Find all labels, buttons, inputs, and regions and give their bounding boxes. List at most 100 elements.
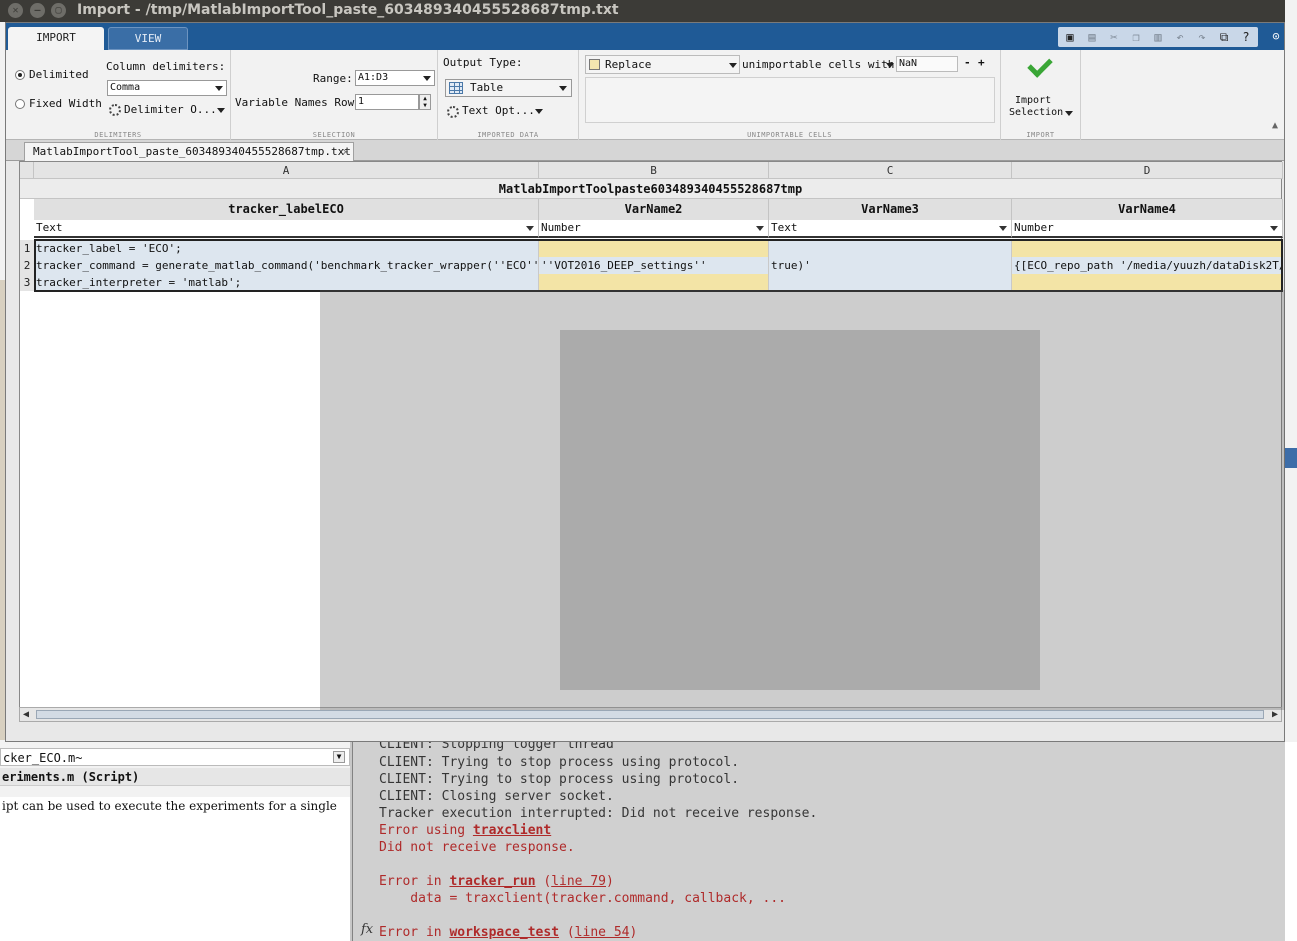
grid-cell[interactable]: ''VOT2016_DEEP_settings'' (539, 257, 769, 274)
column-header-b[interactable]: B (539, 162, 769, 179)
current-file-field[interactable]: cker_ECO.m~ ▼ (0, 748, 350, 766)
column-delimiters-label: Column delimiters: (106, 60, 226, 73)
collapse-toolstrip-icon[interactable]: ▲ (1272, 120, 1278, 131)
error-prefix: Error using (379, 823, 473, 838)
save-icon[interactable]: ▤ (1083, 28, 1101, 46)
variable-names-row-label: Variable Names Row: (235, 96, 361, 109)
add-rule-button[interactable]: + (978, 56, 985, 69)
range-value: A1:D3 (358, 72, 389, 83)
variable-name-d[interactable]: VarName4 (1012, 199, 1283, 220)
help-icon[interactable]: ? (1237, 28, 1255, 46)
close-window-icon[interactable]: ✕ (8, 3, 23, 18)
cut-icon[interactable]: ✂ (1105, 28, 1123, 46)
range-dropdown[interactable]: A1:D3 (355, 70, 435, 86)
checkmark-icon (1027, 52, 1053, 78)
toolstrip-menu-icon[interactable]: ⊙ (1268, 28, 1284, 44)
scroll-left-icon[interactable]: ◀ (23, 709, 29, 720)
error-line-link[interactable]: line 79 (551, 874, 606, 889)
variable-name-a[interactable]: tracker_labelECO (34, 199, 539, 220)
row-number: 3 (20, 274, 34, 291)
grid-cell[interactable]: tracker_label = 'ECO'; (34, 240, 539, 257)
console-error-code: data = traxclient(tracker.command, callb… (379, 891, 786, 906)
grid-cell[interactable] (1012, 274, 1283, 291)
new-import-icon[interactable]: ▣ (1061, 28, 1079, 46)
console-line: CLIENT: Trying to stop process using pro… (379, 755, 740, 770)
tab-view[interactable]: VIEW (108, 27, 188, 50)
grid-cell[interactable] (769, 240, 1012, 257)
undo-icon[interactable]: ↶ (1171, 28, 1189, 46)
gear-icon (447, 106, 459, 118)
rules-list[interactable] (585, 77, 995, 123)
replacement-value: NaN (899, 58, 918, 69)
close-icon[interactable]: ✕ (342, 143, 349, 160)
row-spinner[interactable]: ▲ ▼ (419, 94, 431, 110)
window-titlebar[interactable]: ✕ – ▢ Import - /tmp/MatlabImportTool_pas… (0, 0, 1285, 22)
grid-cell[interactable] (539, 274, 769, 291)
text-options-button[interactable]: Text Opt... (462, 104, 535, 117)
grid-cell[interactable]: tracker_interpreter = 'matlab'; (34, 274, 539, 291)
paste-icon[interactable]: ▥ (1149, 28, 1167, 46)
scrollbar-thumb[interactable] (36, 710, 1264, 719)
tab-import[interactable]: IMPORT (8, 27, 104, 50)
scroll-right-icon[interactable]: ▶ (1272, 709, 1278, 720)
document-tab[interactable]: MatlabImportTool_paste_60348934045552868… (24, 142, 354, 161)
gear-icon (109, 104, 121, 116)
grid-cell[interactable] (769, 274, 1012, 291)
unimportable-rule-label: unimportable cells with (742, 58, 895, 71)
error-line-link[interactable]: line 54 (575, 925, 630, 940)
replacement-value-input[interactable]: NaN (896, 56, 958, 72)
chevron-down-icon[interactable] (886, 63, 894, 68)
copy-icon[interactable]: ❐ (1127, 28, 1145, 46)
import-selection-button[interactable]: Import Selection (1001, 50, 1081, 122)
import-data-grid[interactable]: A B C D MatlabImportToolpaste60348934045… (19, 161, 1283, 709)
variable-names-row-input[interactable]: 1 (355, 94, 419, 110)
variable-name-c[interactable]: VarName3 (769, 199, 1012, 220)
delimited-radio[interactable] (15, 70, 25, 80)
chevron-down-icon[interactable] (217, 108, 225, 113)
remove-rule-button[interactable]: - (964, 56, 971, 69)
import-tool-window: IMPORT VIEW ▣ ▤ ✂ ❐ ▥ ↶ ↷ ⧉ ? ⊙ Delimite… (5, 22, 1285, 742)
grid-cell[interactable] (1012, 240, 1283, 257)
error-link-tracker-run[interactable]: tracker_run (449, 874, 535, 889)
chevron-down-icon[interactable] (535, 109, 543, 114)
section-imported-data: Output Type: Table Text Opt... IMPORTED … (438, 50, 579, 140)
error-link-traxclient[interactable]: traxclient (473, 823, 551, 838)
window-layout-icon[interactable]: ⧉ (1215, 28, 1233, 46)
row-number: 2 (20, 257, 34, 274)
fixed-width-radio[interactable] (15, 99, 25, 109)
delimiter-options-button[interactable]: Delimiter O... (124, 103, 217, 116)
horizontal-scrollbar[interactable]: ◀ ▶ (19, 707, 1282, 722)
replace-color-swatch (589, 59, 600, 70)
type-dropdown-d[interactable]: Number (1012, 220, 1283, 238)
column-header-a[interactable]: A (34, 162, 539, 179)
grid-cell[interactable]: tracker_command = generate_matlab_comman… (34, 257, 539, 274)
chevron-down-icon[interactable]: ▼ (333, 751, 345, 763)
column-header-d[interactable]: D (1012, 162, 1283, 179)
grid-cell[interactable]: {[ECO_repo_path '/media/yuuzh/dataDisk2T… (1012, 257, 1283, 274)
command-window[interactable]: CLIENT: Stopping logger thread CLIENT: T… (352, 737, 1297, 941)
column-header-c[interactable]: C (769, 162, 1012, 179)
redo-icon[interactable]: ↷ (1193, 28, 1211, 46)
output-type-dropdown[interactable]: Table (445, 79, 572, 97)
type-dropdown-b[interactable]: Number (539, 220, 769, 238)
chevron-down-icon (729, 63, 737, 68)
maximize-window-icon[interactable]: ▢ (51, 3, 66, 18)
variable-name-b[interactable]: VarName2 (539, 199, 769, 220)
type-value: Number (1014, 221, 1054, 234)
table-name[interactable]: MatlabImportToolpaste603489340455528687t… (20, 179, 1281, 199)
type-dropdown-c[interactable]: Text (769, 220, 1012, 238)
selected-row-highlight (1285, 448, 1297, 468)
minimize-window-icon[interactable]: – (30, 3, 45, 18)
quick-access-toolbar: ▣ ▤ ✂ ❐ ▥ ↶ ↷ ⧉ ? (1058, 27, 1258, 47)
chevron-down-icon (999, 226, 1007, 231)
replace-dropdown[interactable]: Replace (585, 55, 740, 74)
console-line: Tracker execution interrupted: Did not r… (379, 806, 818, 821)
delimited-label: Delimited (29, 68, 89, 81)
type-dropdown-a[interactable]: Text (34, 220, 539, 238)
grid-cell[interactable]: true)' (769, 257, 1012, 274)
type-value: Number (541, 221, 581, 234)
grid-cell[interactable] (539, 240, 769, 257)
column-delimiter-dropdown[interactable]: Comma (107, 80, 227, 96)
script-details-header[interactable]: eriments.m (Script) (0, 768, 350, 786)
error-link-workspace-test[interactable]: workspace_test (449, 925, 559, 940)
